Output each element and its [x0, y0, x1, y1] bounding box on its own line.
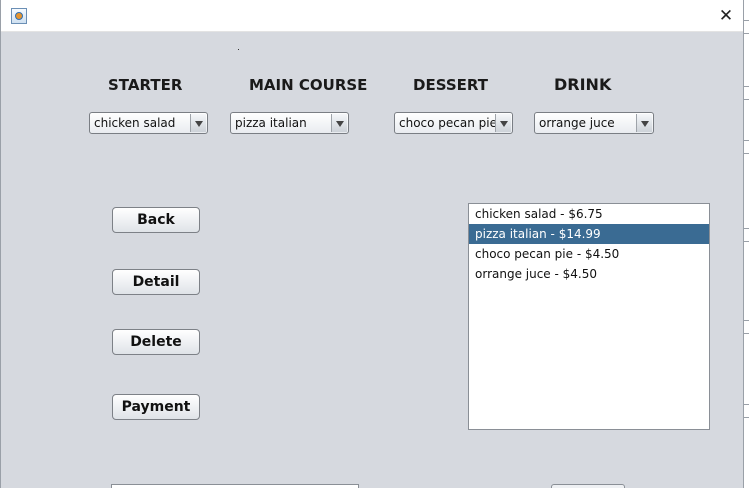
edge-mark [744, 20, 749, 34]
order-list[interactable]: chicken salad - $6.75 pizza italian - $1… [468, 203, 710, 430]
edge-mark [744, 228, 749, 242]
title-bar: ✕ [1, 0, 743, 32]
drink-select[interactable]: orrange juce [534, 112, 654, 134]
app-window: ✕ STARTER MAIN COURSE DESSERT DRINK chic… [0, 0, 744, 488]
back-button[interactable]: Back [112, 207, 200, 233]
main-course-select-value: pizza italian [235, 116, 307, 130]
close-icon[interactable]: ✕ [715, 5, 737, 27]
dessert-select-value: choco pecan pie [399, 116, 498, 130]
stray-dot [238, 49, 239, 50]
edge-mark [744, 404, 749, 418]
main-course-select[interactable]: pizza italian [230, 112, 349, 134]
dessert-select[interactable]: choco pecan pie [394, 112, 513, 134]
chevron-down-icon[interactable] [331, 114, 347, 132]
chevron-down-icon[interactable] [636, 114, 652, 132]
payment-button[interactable]: Payment [112, 394, 200, 420]
starter-select[interactable]: chicken salad [89, 112, 208, 134]
delete-button[interactable]: Delete [112, 329, 200, 355]
dessert-heading: DESSERT [413, 76, 488, 94]
edge-mark [744, 320, 749, 334]
chevron-down-icon[interactable] [495, 114, 511, 132]
list-item[interactable]: choco pecan pie - $4.50 [469, 244, 709, 264]
background-window-edge [744, 0, 749, 488]
starter-heading: STARTER [108, 76, 183, 94]
list-item[interactable]: chicken salad - $6.75 [469, 204, 709, 224]
bottom-text-field[interactable] [111, 484, 359, 488]
detail-button[interactable]: Detail [112, 269, 200, 295]
main-course-heading: MAIN COURSE [249, 76, 368, 94]
bottom-button[interactable] [551, 484, 625, 488]
list-item-selected[interactable]: pizza italian - $14.99 [469, 224, 709, 244]
edge-mark [744, 140, 749, 154]
starter-select-value: chicken salad [94, 116, 176, 130]
drink-select-value: orrange juce [539, 116, 615, 130]
java-app-icon [11, 8, 27, 24]
edge-mark [744, 86, 749, 100]
chevron-down-icon[interactable] [190, 114, 206, 132]
list-item[interactable]: orrange juce - $4.50 [469, 264, 709, 284]
drink-heading: DRINK [554, 75, 612, 94]
